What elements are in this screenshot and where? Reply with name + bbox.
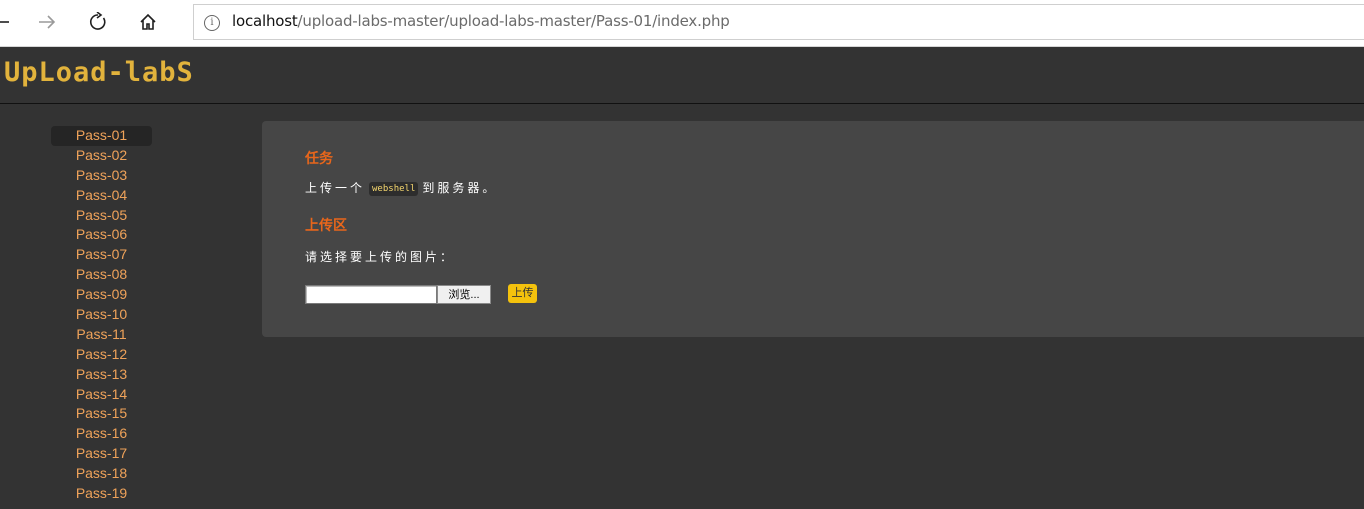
sidebar-item-pass-16[interactable]: Pass-16 [51,424,152,444]
pass-menu: Pass-01 Pass-02 Pass-03 Pass-04 Pass-05 Pass-… [51,126,152,504]
browse-button[interactable]: 浏览... [437,285,491,304]
sidebar-item-pass-15[interactable]: Pass-15 [51,404,152,424]
sidebar-item-pass-04[interactable]: Pass-04 [51,186,152,206]
forward-icon[interactable] [32,8,62,36]
task-heading: 任务 [305,150,333,166]
sidebar-item-pass-02[interactable]: Pass-02 [51,146,152,166]
sidebar-item-pass-08[interactable]: Pass-08 [51,265,152,285]
task-suffix: 到服务器。 [422,181,498,195]
url-host: localhost [232,12,298,30]
sidebar-item-pass-12[interactable]: Pass-12 [51,345,152,365]
sidebar-item-pass-01[interactable]: Pass-01 [51,126,152,146]
select-prompt: 请选择要上传的图片： [305,250,456,264]
main-panel: 任务 上传一个 webshell 到服务器。 上传区 请选择要上传的图片： 浏览..… [262,121,1364,337]
sidebar-item-pass-10[interactable]: Pass-10 [51,305,152,325]
sidebar-item-pass-13[interactable]: Pass-13 [51,365,152,385]
sidebar-item-pass-18[interactable]: Pass-18 [51,464,152,484]
site-info-icon[interactable]: i [204,15,220,31]
sidebar-item-pass-17[interactable]: Pass-17 [51,444,152,464]
url-text[interactable]: localhost/upload-labs-master/upload-labs… [232,5,730,39]
sidebar-item-pass-03[interactable]: Pass-03 [51,166,152,186]
sidebar-item-pass-06[interactable]: Pass-06 [51,225,152,245]
url-path: /upload-labs-master/upload-labs-master/P… [297,12,730,30]
task-prefix: 上传一个 [305,181,366,195]
address-bar[interactable]: i localhost/upload-labs-master/upload-la… [193,4,1364,40]
sidebar-item-pass-09[interactable]: Pass-09 [51,285,152,305]
sidebar-item-pass-11[interactable]: Pass-11 [51,325,152,345]
upload-button[interactable]: 上传 [508,284,537,303]
task-code: webshell [369,181,419,196]
sidebar-item-pass-19[interactable]: Pass-19 [51,484,152,504]
site-header: UpLoad-labS [0,47,1364,104]
task-description: 上传一个 webshell 到服务器。 [305,179,497,196]
sidebar: Pass-01 Pass-02 Pass-03 Pass-04 Pass-05 Pass-… [0,104,260,509]
sidebar-item-pass-14[interactable]: Pass-14 [51,385,152,405]
back-icon[interactable] [0,8,16,36]
file-path-field[interactable] [305,285,437,304]
sidebar-item-pass-07[interactable]: Pass-07 [51,245,152,265]
refresh-icon[interactable] [83,8,113,36]
browser-toolbar: i localhost/upload-labs-master/upload-la… [0,0,1364,47]
site-logo[interactable]: UpLoad-labS [4,57,194,88]
sidebar-item-pass-05[interactable]: Pass-05 [51,206,152,226]
upload-heading: 上传区 [305,217,347,233]
home-icon[interactable] [133,8,163,36]
